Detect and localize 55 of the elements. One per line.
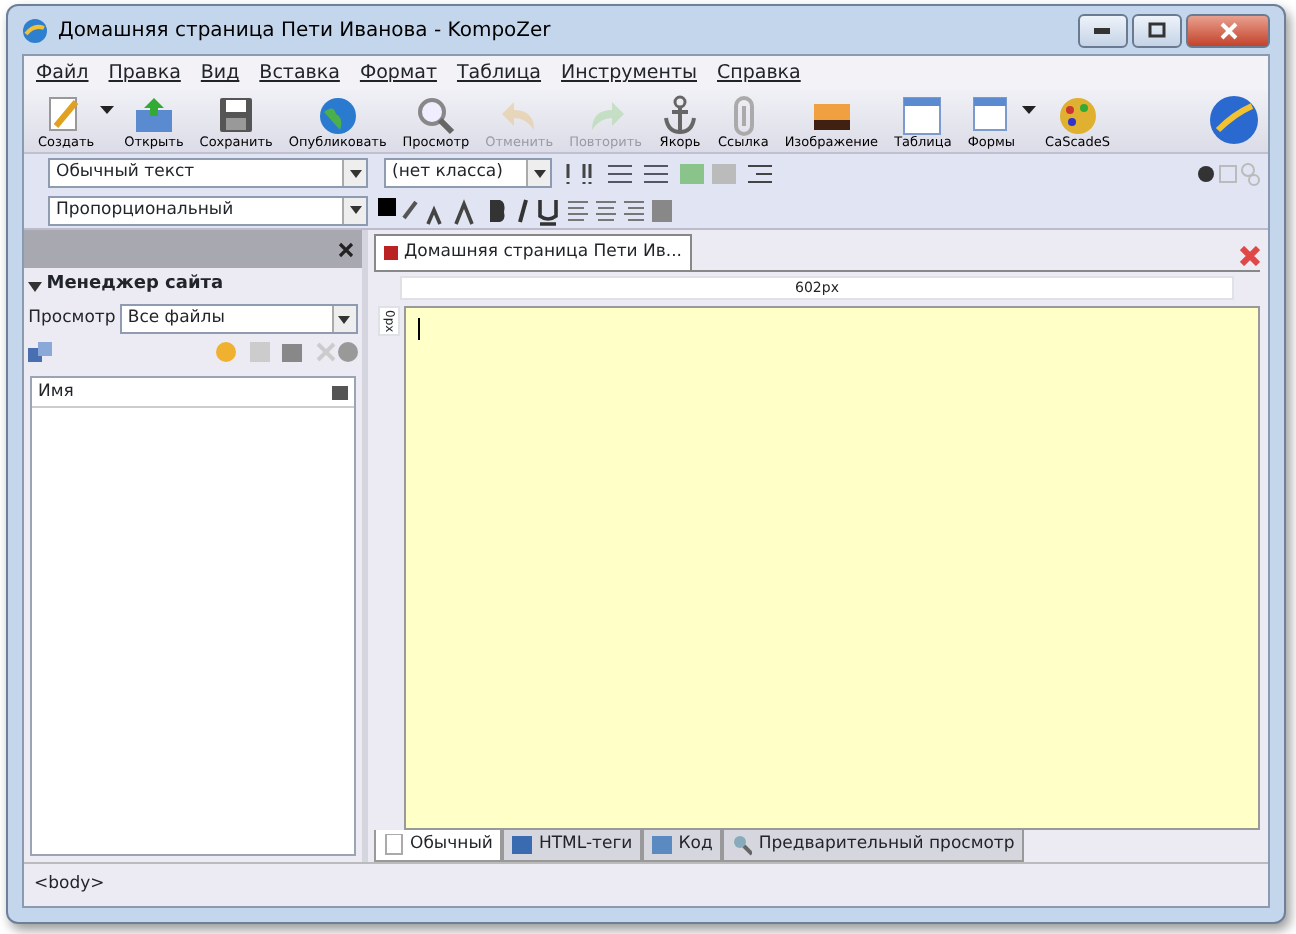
close-icon[interactable] [338,241,354,257]
panel-title: Менеджер сайта [46,272,224,299]
page-icon [384,834,404,857]
menu-item[interactable]: Вид [200,60,240,86]
menu-item[interactable]: Инструменты [561,60,697,86]
close-tab-icon[interactable] [1240,245,1260,266]
menu-item[interactable]: Таблица [456,60,542,86]
code-icon [652,834,673,857]
menu-item[interactable]: Вставка [259,60,340,86]
font-dropdown[interactable]: Пропорциональный [48,195,368,225]
close-button[interactable] [1186,13,1270,47]
view-tab[interactable]: HTML-теги [502,830,643,862]
sites-icon[interactable] [28,341,53,363]
maximize-button[interactable] [1131,13,1182,47]
anchor-icon [658,93,702,136]
globe-icon [315,93,360,136]
view-tab[interactable]: Обычный [374,830,503,862]
palette-icon [1055,93,1100,136]
magnifier-icon [413,93,458,136]
view-label: Просмотр [28,306,116,332]
file-actions-icons-drawing[interactable] [213,340,358,364]
globe-icon[interactable] [1208,93,1260,146]
text-format-icons-drawing[interactable] [376,195,676,225]
window-title: Домашняя страница Пети Иванова - KompoZer [58,17,551,45]
collapse-icon[interactable] [28,281,43,291]
minimize-button[interactable] [1077,13,1128,47]
link-icons-drawing[interactable] [1196,161,1260,185]
dropdown-arrow-icon [349,169,361,177]
menu-item[interactable]: Формат [359,60,437,86]
dropdown-arrow-icon [349,206,361,214]
column-picker-icon[interactable] [332,385,348,399]
menu-item[interactable]: Справка [717,60,801,86]
view-dropdown[interactable]: Все файлы [119,304,358,334]
table-icon [900,93,945,136]
upload-icon [131,93,176,136]
page-icon [384,245,398,260]
globe-icon [22,17,48,43]
class-dropdown[interactable]: (нет класса) [384,158,552,188]
dropdown-arrow-icon [533,169,545,177]
column-header[interactable]: Имя [38,379,74,405]
view-tab[interactable]: Предварительный просмотр [722,830,1025,862]
dropdown-arrow-icon[interactable] [100,105,115,114]
maximize-icon [1147,22,1166,38]
minimize-icon [1094,27,1111,33]
tag-icon [512,834,533,857]
paragraph-style-dropdown[interactable]: Обычный текст [48,158,368,188]
dropdown-arrow-icon[interactable] [1021,105,1036,114]
dropdown-arrow-icon [338,315,351,323]
document-tab[interactable]: Домашняя страница Пети Ив... [374,234,693,270]
close-icon [1219,21,1237,39]
magnifier-icon [732,834,753,857]
status-text: <body> [34,872,105,898]
view-tab[interactable]: Код [642,830,723,862]
menu-item[interactable]: Правка [108,60,181,86]
menu-item[interactable]: Файл [36,60,89,86]
